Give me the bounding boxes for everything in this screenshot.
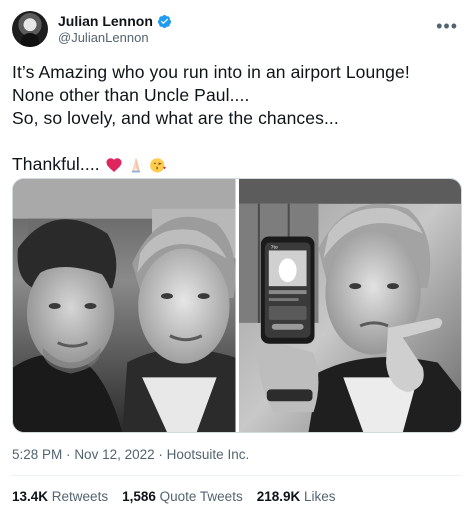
tweet-line: None other than Uncle Paul.... [12,85,250,105]
tweet-stats: 13.4K Retweets 1,586 Quote Tweets 218.9K… [12,489,336,504]
tweet-header: Julian Lennon @JulianLennon ••• [12,8,462,50]
retweets-count: 13.4K [12,489,49,504]
tweet-source[interactable]: Hootsuite Inc. [167,447,250,462]
retweets-label: Retweets [51,489,109,504]
phone-screen-text: 7to [270,244,277,250]
quotes-stat[interactable]: 1,586 Quote Tweets [122,489,243,504]
meta-separator: · [158,447,163,462]
tweet-media: 7to [12,178,462,433]
verified-badge-icon [157,14,171,28]
tweet-line: So, so lovely, and what are the chances.… [12,108,339,128]
display-name[interactable]: Julian Lennon [58,13,153,30]
retweets-stat[interactable]: 13.4K Retweets [12,489,108,504]
tweet-time[interactable]: 5:28 PM [12,447,62,462]
likes-label: Likes [304,489,336,504]
photo-phone[interactable]: 7to [238,179,461,432]
photo-selfie[interactable] [13,179,236,432]
photo-selfie-image [13,179,236,432]
quotes-label: Quote Tweets [159,489,243,504]
tweet-date[interactable]: Nov 12, 2022 [74,447,154,462]
author-handle[interactable]: @JulianLennon [58,30,172,46]
author-names: Julian Lennon @JulianLennon [58,13,172,45]
likes-stat[interactable]: 218.9K Likes [257,489,336,504]
avatar[interactable] [12,11,48,47]
likes-count: 218.9K [256,489,301,504]
tweet-closing-line: Thankful.... [12,153,462,176]
line-spacer [12,130,462,153]
red-heart-emoji [106,158,122,173]
divider [12,475,462,476]
meta-separator: · [66,447,71,462]
more-horizontal-icon[interactable]: ••• [432,13,462,45]
photo-phone-image: 7to [238,179,461,432]
tweet: Julian Lennon @JulianLennon ••• It’s Ama… [0,0,474,512]
name-row: Julian Lennon [58,13,172,30]
tweet-line: It’s Amazing who you run into in an airp… [12,62,410,82]
tweet-meta: 5:28 PM · Nov 12, 2022 · Hootsuite Inc. [12,447,249,462]
tweet-closing: Thankful.... [12,154,100,174]
tweet-text: It’s Amazing who you run into in an airp… [12,61,462,176]
face-blowing-kiss-emoji [149,158,166,173]
quotes-count: 1,586 [122,489,156,504]
folded-hands-emoji [129,158,143,173]
emoji-row [105,156,167,174]
